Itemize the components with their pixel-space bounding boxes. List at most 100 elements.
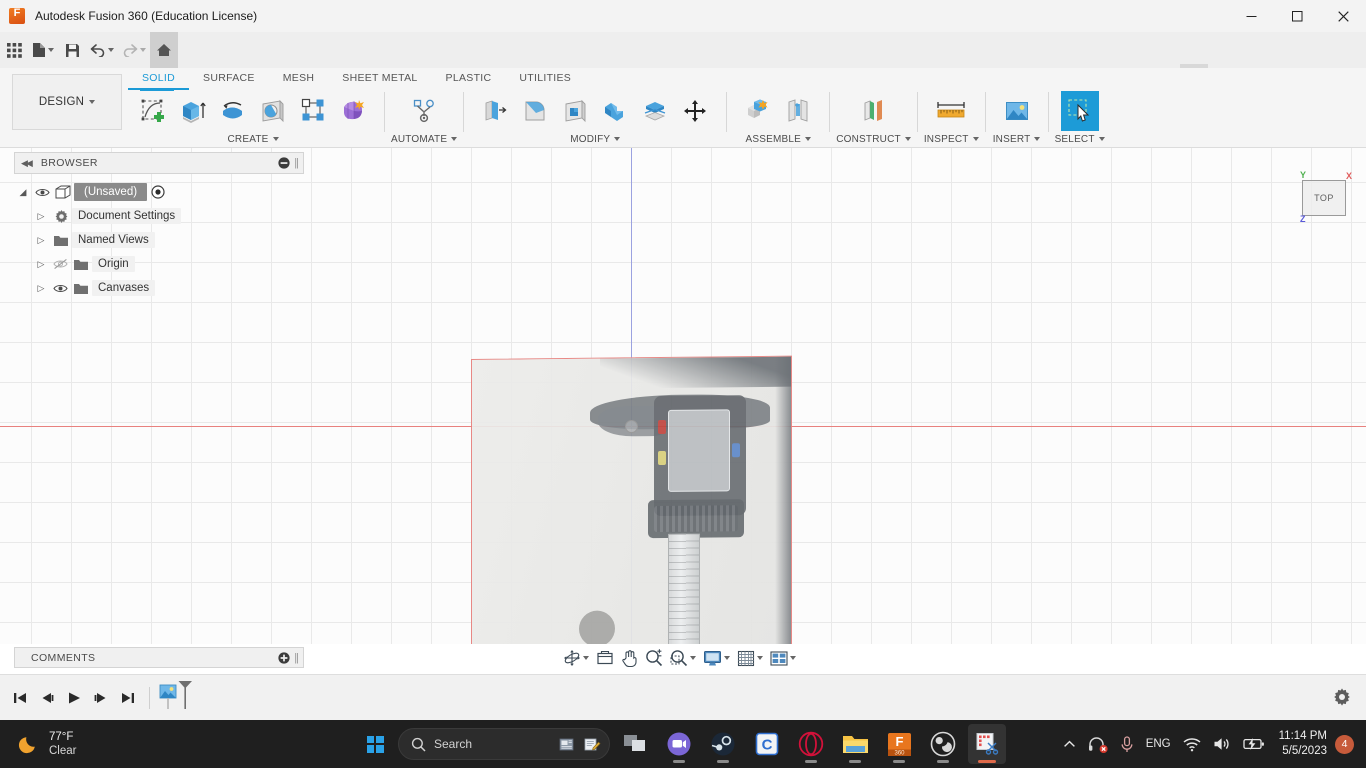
- eye-visible-icon[interactable]: [50, 283, 70, 294]
- step-forward-icon[interactable]: [89, 683, 113, 713]
- select-group-label-row[interactable]: SELECT: [1055, 132, 1105, 146]
- assemble-group-label-row[interactable]: ASSEMBLE: [745, 132, 811, 146]
- search-input[interactable]: Search: [398, 728, 610, 760]
- create-form-icon[interactable]: [334, 91, 372, 131]
- drag-grip-icon[interactable]: ||: [294, 652, 299, 664]
- obs-studio-icon[interactable]: [924, 724, 962, 764]
- redo-caret-icon[interactable]: [140, 48, 146, 52]
- tab-plastic[interactable]: PLASTIC: [432, 70, 506, 90]
- close-button[interactable]: [1320, 0, 1366, 32]
- select-icon[interactable]: [1060, 91, 1099, 131]
- tab-surface[interactable]: SURFACE: [189, 70, 269, 90]
- fusion-360-icon[interactable]: F 360: [880, 724, 918, 764]
- display-settings-icon[interactable]: [700, 646, 733, 670]
- save-icon[interactable]: [58, 32, 86, 68]
- go-to-beginning-icon[interactable]: [8, 683, 32, 713]
- headset-muted-icon[interactable]: [1082, 727, 1114, 761]
- fillet-icon[interactable]: [516, 91, 554, 131]
- wifi-icon[interactable]: [1177, 727, 1207, 761]
- fit-caret-icon[interactable]: [690, 656, 696, 660]
- tree-node-canvases[interactable]: ▷ Canvases: [14, 276, 304, 300]
- activate-radio-icon[interactable]: [147, 185, 169, 199]
- shell-icon[interactable]: [556, 91, 594, 131]
- grid-snaps-caret-icon[interactable]: [757, 656, 763, 660]
- view-cube-top-face[interactable]: TOP: [1302, 180, 1346, 216]
- zoom-icon[interactable]: [642, 646, 666, 670]
- insert-canvas-icon[interactable]: [998, 91, 1036, 131]
- tree-twisty-collapsed-icon[interactable]: ▷: [32, 283, 50, 294]
- microphone-icon[interactable]: [1114, 727, 1140, 761]
- viewport-layout-caret-icon[interactable]: [790, 656, 796, 660]
- tree-twisty-collapsed-icon[interactable]: ▷: [32, 259, 50, 270]
- workspace-switcher[interactable]: DESIGN: [12, 74, 122, 130]
- step-back-icon[interactable]: [35, 683, 59, 713]
- drag-grip-icon[interactable]: ||: [294, 157, 299, 169]
- battery-charging-icon[interactable]: [1237, 727, 1271, 761]
- display-settings-caret-icon[interactable]: [724, 656, 730, 660]
- eye-visible-icon[interactable]: [32, 187, 52, 198]
- tree-node-document-settings[interactable]: ▷ Document Settings: [14, 204, 304, 228]
- file-explorer-icon[interactable]: [836, 724, 874, 764]
- canvas-feature-marker[interactable]: [159, 679, 199, 717]
- start-button-icon[interactable]: [358, 724, 392, 764]
- tab-solid[interactable]: SOLID: [128, 70, 190, 90]
- language-indicator[interactable]: ENG: [1140, 727, 1177, 761]
- combine-icon[interactable]: [596, 91, 634, 131]
- opera-browser-icon[interactable]: [792, 724, 830, 764]
- minimize-button[interactable]: [1228, 0, 1274, 32]
- joint-icon[interactable]: [779, 91, 817, 131]
- move-copy-icon[interactable]: [676, 91, 714, 131]
- split-face-icon[interactable]: [636, 91, 674, 131]
- modify-group-label-row[interactable]: MODIFY: [570, 132, 621, 146]
- tree-twisty-collapsed-icon[interactable]: ▷: [32, 211, 50, 222]
- timeline-settings-gear-icon[interactable]: [1332, 687, 1352, 707]
- orbit-caret-icon[interactable]: [583, 656, 589, 660]
- viewport-layout-icon[interactable]: [767, 646, 799, 670]
- view-cube[interactable]: TOP Y X Z: [1296, 170, 1356, 224]
- automated-modeling-icon[interactable]: [405, 91, 443, 131]
- new-document-icon[interactable]: [28, 32, 58, 68]
- offset-plane-icon[interactable]: [855, 91, 893, 131]
- inspect-group-label-row[interactable]: INSPECT: [924, 132, 979, 146]
- notification-count-badge[interactable]: 4: [1335, 734, 1354, 754]
- fit-zoom-window-icon[interactable]: [667, 646, 699, 670]
- create-sketch-icon[interactable]: [134, 89, 174, 131]
- home-icon[interactable]: [150, 32, 178, 68]
- collapse-left-icon[interactable]: ◀◀: [21, 158, 33, 169]
- news-widget-icon[interactable]: [559, 737, 576, 752]
- insert-group-label-row[interactable]: INSERT: [993, 132, 1041, 146]
- taskbar-weather-widget[interactable]: 77°F Clear: [18, 727, 76, 761]
- microsoft-teams-icon[interactable]: [660, 724, 698, 764]
- tab-mesh[interactable]: MESH: [269, 70, 329, 90]
- origin-point-marker[interactable]: [625, 420, 638, 433]
- look-at-icon[interactable]: [593, 646, 617, 670]
- code-editor-icon[interactable]: C: [748, 724, 786, 764]
- orbit-icon[interactable]: [560, 646, 592, 670]
- revolve-icon[interactable]: [214, 91, 252, 131]
- edit-widget-icon[interactable]: [584, 737, 601, 752]
- undo-icon[interactable]: [86, 32, 118, 68]
- tab-utilities[interactable]: UTILITIES: [505, 70, 585, 90]
- press-pull-icon[interactable]: [476, 91, 514, 131]
- automate-group-label-row[interactable]: AUTOMATE: [391, 132, 458, 146]
- redo-icon[interactable]: [118, 32, 150, 68]
- pan-icon[interactable]: [618, 646, 641, 670]
- app-grid-icon[interactable]: [0, 32, 28, 68]
- eye-hidden-icon[interactable]: [50, 258, 70, 270]
- hole-icon[interactable]: [254, 91, 292, 131]
- show-hidden-icons-chevron[interactable]: [1057, 727, 1082, 761]
- task-view-icon[interactable]: [616, 724, 654, 764]
- inserted-canvas-image[interactable]: [471, 355, 792, 644]
- go-to-end-icon[interactable]: [116, 683, 140, 713]
- steam-icon[interactable]: [704, 724, 742, 764]
- extrude-icon[interactable]: [174, 91, 212, 131]
- create-group-label-row[interactable]: CREATE: [227, 132, 279, 146]
- new-component-icon[interactable]: [739, 91, 777, 131]
- speaker-icon[interactable]: [1207, 727, 1237, 761]
- tab-sheet-metal[interactable]: SHEET METAL: [328, 70, 431, 90]
- rectangular-pattern-icon[interactable]: [294, 91, 332, 131]
- snipping-tool-icon[interactable]: [968, 724, 1006, 764]
- measure-icon[interactable]: [932, 91, 970, 131]
- tree-twisty-collapsed-icon[interactable]: ▷: [32, 235, 50, 246]
- construct-group-label-row[interactable]: CONSTRUCT: [836, 132, 911, 146]
